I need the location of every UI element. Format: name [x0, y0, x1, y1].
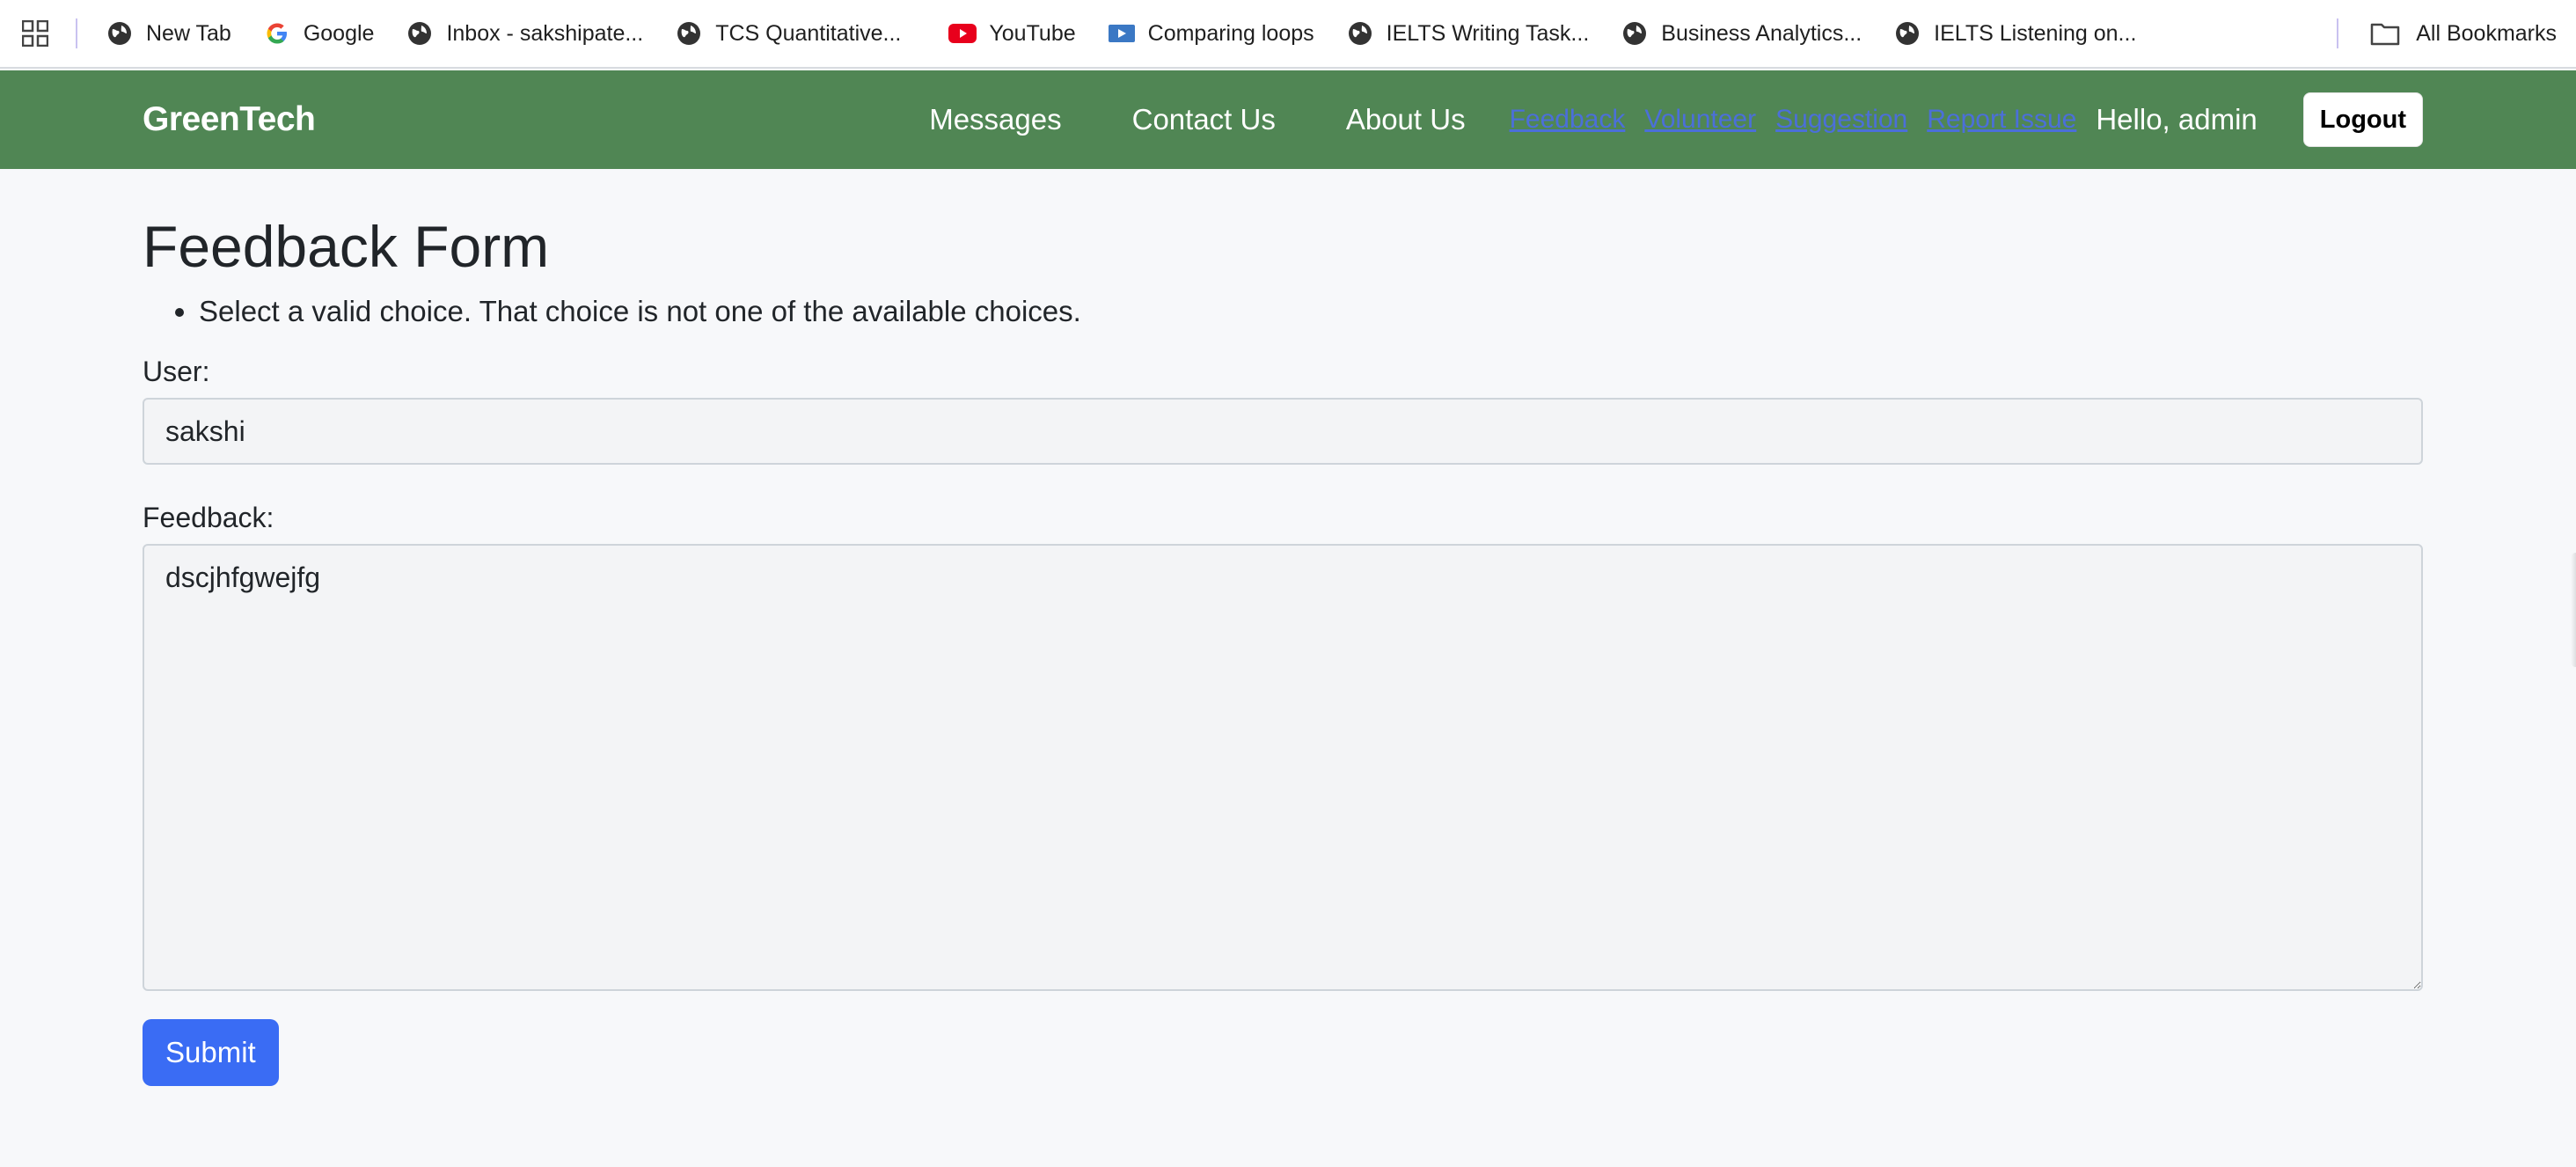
- nav-link-messages[interactable]: Messages: [929, 103, 1061, 136]
- globe-icon: [675, 19, 703, 48]
- user-label: User:: [143, 356, 210, 387]
- bookmarks-divider: [2337, 18, 2339, 48]
- bookmark-label: TCS Quantitative...: [715, 20, 902, 46]
- apps-grid-icon[interactable]: [19, 18, 51, 49]
- globe-icon: [406, 19, 434, 48]
- bookmark-tcs[interactable]: TCS Quantitative...: [664, 11, 911, 55]
- user-greeting: Hello, admin: [2096, 103, 2258, 136]
- youtube-icon: [948, 19, 977, 48]
- bookmark-label: Comparing loops: [1147, 20, 1314, 46]
- bookmark-ielts-listening[interactable]: IELTS Listening on...: [1883, 11, 2147, 55]
- all-bookmarks-button[interactable]: All Bookmarks: [2360, 19, 2567, 48]
- all-bookmarks-label: All Bookmarks: [2416, 20, 2557, 46]
- nav-link-suggestion[interactable]: Suggestion: [1775, 105, 1907, 135]
- bookmark-label: Google: [303, 20, 375, 46]
- bookmark-new-tab[interactable]: New Tab: [95, 11, 242, 55]
- globe-icon: [1621, 19, 1649, 48]
- bookmark-label: Inbox - sakshipate...: [446, 20, 644, 46]
- bookmark-ielts-writing[interactable]: IELTS Writing Task...: [1336, 11, 1600, 55]
- bookmark-label: New Tab: [146, 20, 231, 46]
- bookmark-label: IELTS Writing Task...: [1386, 20, 1590, 46]
- bookmark-youtube[interactable]: YouTube: [938, 11, 1086, 55]
- page-edge-shadow: [2571, 553, 2576, 667]
- navbar: GreenTech Messages Contact Us About Us F…: [0, 70, 2576, 169]
- globe-icon: [1893, 19, 1921, 48]
- feedback-label: Feedback:: [143, 502, 274, 533]
- error-list: Select a valid choice. That choice is no…: [199, 292, 2423, 331]
- globe-icon: [1346, 19, 1374, 48]
- submit-button[interactable]: Submit: [143, 1019, 279, 1086]
- nav-link-about-us[interactable]: About Us: [1346, 103, 1466, 136]
- bookmark-comparing-loops[interactable]: Comparing loops: [1097, 11, 1325, 55]
- bookmarks-divider: [76, 18, 77, 48]
- page-title: Feedback Form: [143, 214, 550, 279]
- feedback-textarea[interactable]: dscjhfgwejfg: [143, 544, 2423, 991]
- nav-link-volunteer[interactable]: Volunteer: [1644, 105, 1756, 135]
- error-message: Select a valid choice. That choice is no…: [199, 292, 2423, 331]
- nav-link-report-issue[interactable]: Report Issue: [1927, 105, 2076, 135]
- folder-icon: [2370, 19, 2402, 48]
- nav-link-feedback[interactable]: Feedback: [1510, 105, 1626, 135]
- bookmark-inbox[interactable]: Inbox - sakshipate...: [395, 11, 654, 55]
- google-icon: [263, 19, 291, 48]
- brand-logo[interactable]: GreenTech: [143, 100, 316, 139]
- bookmark-business-analytics[interactable]: Business Analytics...: [1610, 11, 1872, 55]
- bookmark-label: Business Analytics...: [1661, 20, 1862, 46]
- nav-link-contact-us[interactable]: Contact Us: [1132, 103, 1276, 136]
- bookmark-google[interactable]: Google: [252, 11, 385, 55]
- logout-button[interactable]: Logout: [2302, 92, 2423, 147]
- bookmark-label: IELTS Listening on...: [1934, 20, 2137, 46]
- globe-icon: [106, 19, 134, 48]
- user-input[interactable]: [143, 398, 2423, 465]
- video-icon: [1108, 19, 1136, 48]
- bookmark-label: YouTube: [989, 20, 1076, 46]
- bookmarks-bar: New Tab Google Inbox - sakshipate... TCS…: [0, 0, 2576, 69]
- feedback-form-container: Feedback Form Select a valid choice. Tha…: [143, 169, 2423, 1086]
